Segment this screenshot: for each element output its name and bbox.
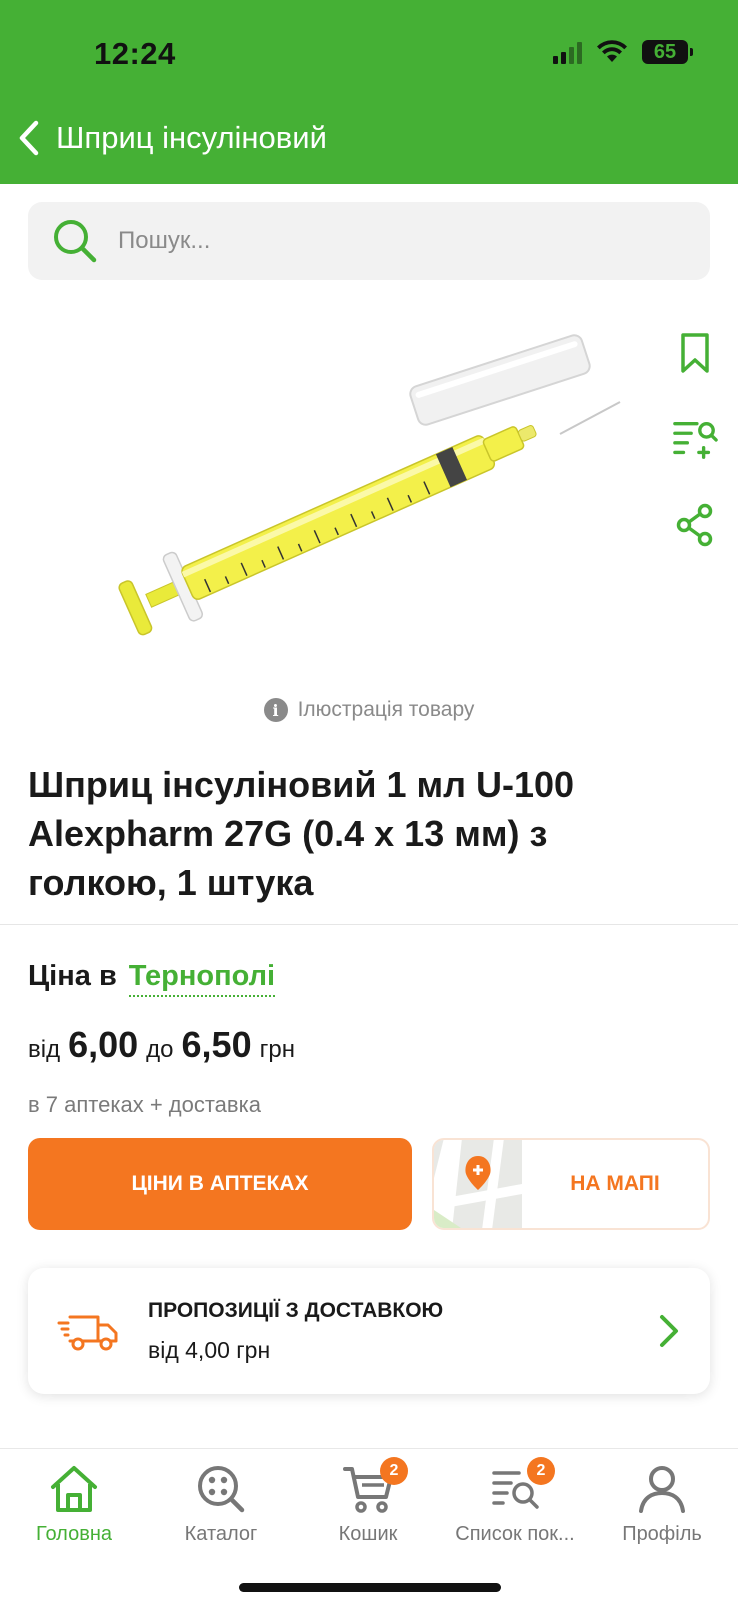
share-icon xyxy=(676,503,713,547)
profile-icon xyxy=(639,1466,685,1513)
bookmark-icon xyxy=(681,333,709,373)
stores-note: в 7 аптеках + доставка xyxy=(28,1092,261,1117)
prices-in-pharmacies-button[interactable]: ЦІНИ В АПТЕКАХ xyxy=(28,1138,412,1230)
nav-profile-label: Профіль xyxy=(622,1523,702,1545)
battery-level: 65 xyxy=(653,40,677,63)
prices-in-pharmacies-label: ЦІНИ В АПТЕКАХ xyxy=(131,1172,309,1195)
battery-icon: 65 xyxy=(642,40,693,64)
product-title: Шприц інсуліновий 1 мл U-100 Alexpharm 2… xyxy=(28,760,708,907)
price-to-label: до xyxy=(146,1036,174,1063)
price-location-row: Ціна в Тернополі xyxy=(28,960,276,997)
list-add-icon xyxy=(673,421,718,459)
search-icon xyxy=(54,220,97,263)
map-pin-icon xyxy=(434,1140,522,1228)
illustration-note: i Ілюстрація товару xyxy=(0,698,738,722)
product-title-line-3: голкою, 1 штука xyxy=(28,862,314,903)
cart-badge: 2 xyxy=(380,1457,408,1485)
divider xyxy=(0,924,738,925)
bookmark-button[interactable] xyxy=(672,330,718,376)
cellular-signal-icon xyxy=(553,40,582,64)
nav-shopping-list[interactable]: 2 Список пок... xyxy=(441,1457,589,1546)
home-icon xyxy=(51,1466,97,1512)
price-range: від 6,00 до 6,50 грн xyxy=(28,1024,295,1066)
catalog-icon xyxy=(198,1466,245,1513)
delivery-text: ПРОПОЗИЦІЇ З ДОСТАВКОЮ від 4,00 грн xyxy=(148,1299,658,1364)
info-icon: i xyxy=(263,698,288,722)
nav-home-label: Головна xyxy=(36,1523,112,1545)
product-title-line-2: Alexpharm 27G (0.4 x 13 мм) з xyxy=(28,813,548,854)
delivery-truck-icon xyxy=(57,1315,118,1351)
price-label: Ціна в xyxy=(28,960,117,992)
price-from-value: 6,00 xyxy=(68,1024,139,1065)
chevron-right-icon xyxy=(660,1315,678,1347)
delivery-title: ПРОПОЗИЦІЇ З ДОСТАВКОЮ xyxy=(148,1298,444,1322)
wifi-icon xyxy=(597,40,627,62)
city-link[interactable]: Тернополі xyxy=(128,960,276,997)
on-map-button[interactable]: НА МАПІ xyxy=(432,1138,710,1230)
nav-cart[interactable]: 2 Кошик xyxy=(294,1457,442,1546)
search-placeholder: Пошук... xyxy=(118,227,211,254)
page-title: Шприц інсуліновий xyxy=(56,120,327,155)
price-to-value: 6,50 xyxy=(181,1024,252,1065)
nav-catalog[interactable]: Каталог xyxy=(147,1463,295,1546)
nav-cart-label: Кошик xyxy=(338,1523,398,1545)
header-back-row[interactable]: Шприц інсуліновий xyxy=(14,118,327,158)
status-icons: 65 xyxy=(553,40,693,64)
map-thumbnail xyxy=(434,1140,522,1228)
price-currency: грн xyxy=(259,1036,295,1063)
status-time: 12:24 xyxy=(94,36,176,71)
on-map-label: НА МАПІ xyxy=(570,1172,660,1195)
delivery-subtitle: від 4,00 грн xyxy=(148,1336,271,1363)
bottom-nav: Головна Каталог 2 Кошик 2 Список пок... … xyxy=(0,1448,738,1600)
search-input[interactable]: Пошук... xyxy=(28,202,710,280)
nav-home[interactable]: Головна xyxy=(0,1463,148,1546)
delivery-offers-card[interactable]: ПРОПОЗИЦІЇ З ДОСТАВКОЮ від 4,00 грн xyxy=(28,1268,710,1394)
nav-profile[interactable]: Профіль xyxy=(588,1463,736,1546)
back-chevron-icon[interactable] xyxy=(14,118,44,158)
share-button[interactable] xyxy=(672,502,718,548)
product-image xyxy=(118,334,621,636)
home-indicator xyxy=(239,1583,501,1592)
product-actions xyxy=(672,330,718,548)
add-to-list-button[interactable] xyxy=(672,416,718,462)
price-from-label: від xyxy=(28,1036,61,1063)
shopping-list-badge: 2 xyxy=(527,1457,555,1485)
illustration-note-text: Ілюстрація товару xyxy=(297,698,475,721)
product-title-line-1: Шприц інсуліновий 1 мл U-100 xyxy=(28,764,575,805)
app-header: 12:24 65 Шприц інсуліновий xyxy=(0,0,738,184)
nav-catalog-label: Каталог xyxy=(184,1523,258,1545)
nav-shopping-list-label: Список пок... xyxy=(455,1523,575,1545)
